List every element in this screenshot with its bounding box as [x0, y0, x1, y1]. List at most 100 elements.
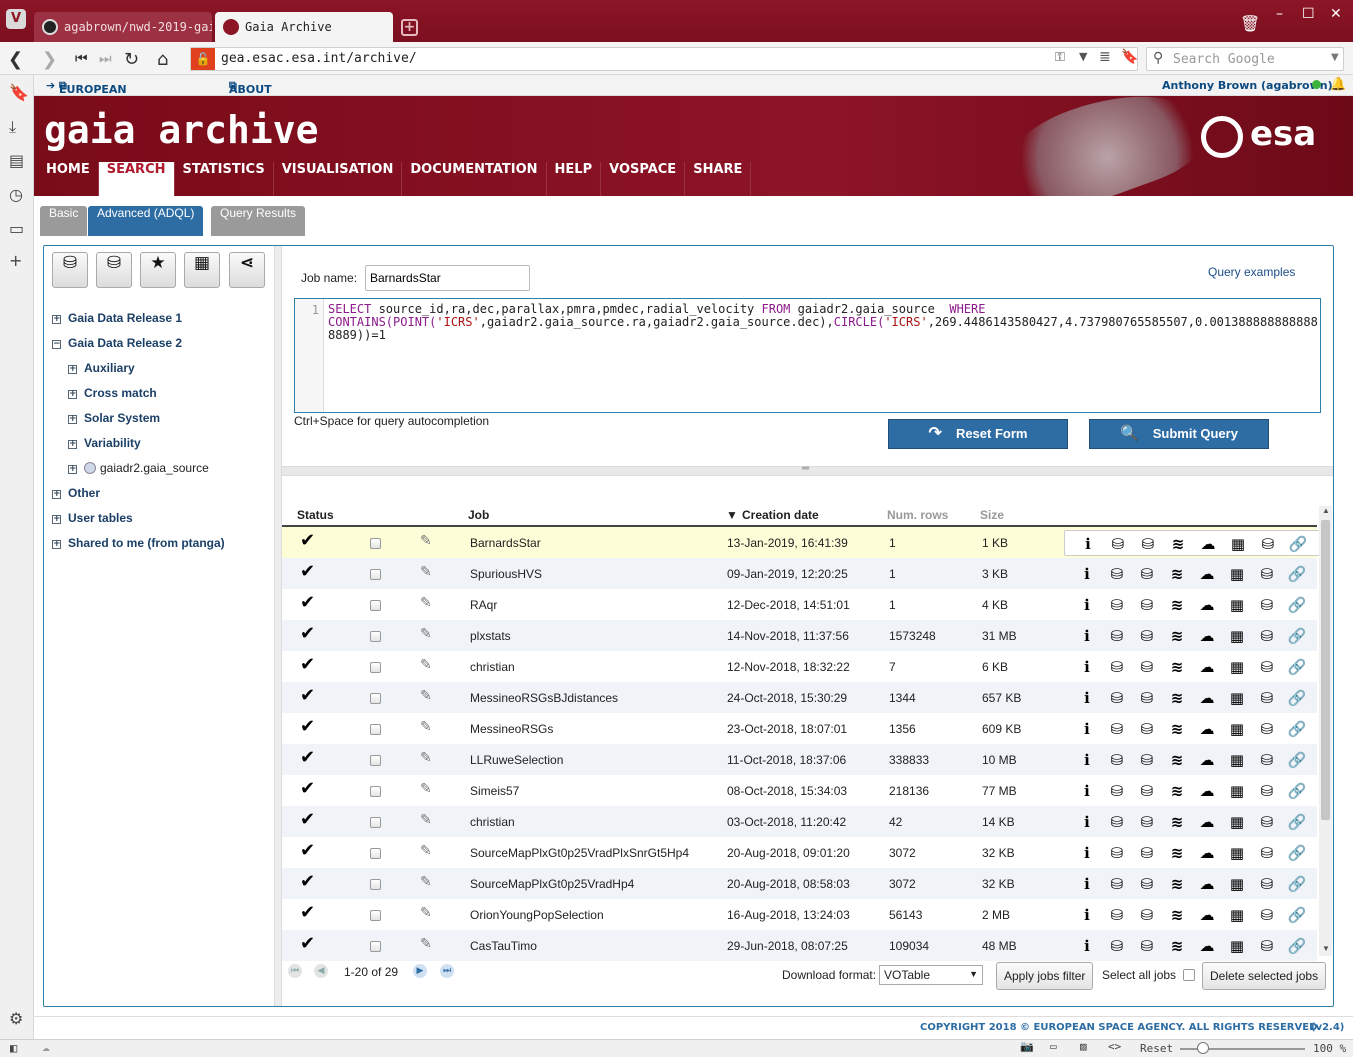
table-row[interactable]: ✔ ✎ christian 03-Oct-2018, 11:20:42 42 14 KB ℹ… [282, 806, 1317, 837]
table-icon[interactable]: ▦ [1226, 563, 1248, 585]
select-all-checkbox[interactable] [1183, 969, 1195, 981]
reset-form-button[interactable]: ↷ Reset Form [888, 419, 1068, 449]
tile-icon[interactable]: ▭ [1050, 1040, 1057, 1053]
upload-db-icon[interactable]: ⛁ [1106, 656, 1128, 678]
tree-item-gaia-dr1[interactable]: + Gaia Data Release 1 [52, 311, 182, 325]
tab-basic[interactable]: Basic [40, 206, 88, 236]
samp-broadcast-icon[interactable]: ≋ [1166, 904, 1188, 926]
notes-panel-icon[interactable]: ▤ [9, 151, 24, 170]
info-icon[interactable]: ℹ [1076, 873, 1098, 895]
job-name[interactable]: RAqr [470, 598, 497, 612]
link-icon[interactable]: 🔗 [1286, 842, 1308, 864]
table-row[interactable]: ✔ ✎ CasTauTimo 29-Jun-2018, 08:07:25 109034 4… [282, 930, 1317, 961]
submit-query-button[interactable]: 🔍 Submit Query [1089, 419, 1269, 449]
search-engine-dropdown-icon[interactable]: ▼ [1331, 52, 1339, 63]
panel-splitter[interactable]: ═ [282, 463, 1333, 476]
col-job[interactable]: Job [468, 508, 489, 522]
link-icon[interactable]: 🔗 [1286, 594, 1308, 616]
table-row[interactable]: ✔ ✎ christian 12-Nov-2018, 18:32:22 7 6 KB ℹ ⛁ ⛁… [282, 651, 1317, 682]
image-icon[interactable]: ▨ [1080, 1040, 1087, 1053]
link-icon[interactable]: 🔗 [1286, 904, 1308, 926]
expand-icon[interactable]: + [68, 440, 77, 449]
add-db-icon[interactable]: ⛁ [1136, 904, 1158, 926]
add-db-icon[interactable]: ⛁ [1136, 594, 1158, 616]
upload-db-icon[interactable]: ⛁ [1106, 904, 1128, 926]
table-row[interactable]: ✔ ✎ MessineoRSGsBJdistances 24-Oct-2018, 15… [282, 682, 1317, 713]
row-checkbox[interactable] [370, 848, 381, 859]
info-icon[interactable]: ℹ [1076, 563, 1098, 585]
home-icon[interactable]: ⌂ [157, 49, 168, 70]
link-icon[interactable]: 🔗 [1286, 687, 1308, 709]
table-icon[interactable]: ▦ [1226, 904, 1248, 926]
expand-icon[interactable]: + [52, 515, 61, 524]
key-icon[interactable]: ⚿ [1055, 50, 1065, 65]
upload-db-icon[interactable]: ⛁ [1106, 718, 1128, 740]
edit-icon[interactable]: ✎ [420, 843, 432, 859]
table-icon[interactable]: ▦ [1226, 842, 1248, 864]
info-icon[interactable]: ℹ [1076, 656, 1098, 678]
cloud-upload-icon[interactable]: ☁ [1197, 533, 1219, 555]
url-field[interactable]: 🔓 gea.esac.esa.int/archive/ ⚿ ▼ ≣ 🔖 [190, 47, 1138, 71]
vivaldi-menu-icon[interactable]: V [6, 9, 26, 29]
expand-icon[interactable]: + [68, 365, 77, 374]
table-row[interactable]: ✔ ✎ LLRuweSelection 11-Oct-2018, 18:37:06 33… [282, 744, 1317, 775]
tree-item-variability[interactable]: + Variability [68, 436, 141, 450]
menu-share[interactable]: SHARE [685, 162, 752, 196]
link-icon[interactable]: 🔗 [1286, 935, 1308, 957]
col-size[interactable]: Size [980, 508, 1004, 522]
fastforward-icon[interactable]: ⏭ [99, 51, 112, 67]
info-icon[interactable]: ℹ [1076, 780, 1098, 802]
upload-db-icon[interactable]: ⛁ [1106, 563, 1128, 585]
tree-item-gaia-dr2[interactable]: − Gaia Data Release 2 [52, 336, 182, 350]
add-db-icon[interactable]: ⛁ [1136, 656, 1158, 678]
edit-icon[interactable]: ✎ [420, 936, 432, 952]
info-icon[interactable]: ℹ [1076, 625, 1098, 647]
collapse-icon[interactable]: − [52, 340, 61, 349]
samp-broadcast-icon[interactable]: ≋ [1166, 687, 1188, 709]
tree-item-other[interactable]: + Other [52, 486, 100, 500]
menu-visualisation[interactable]: VISUALISATION [274, 162, 403, 196]
row-checkbox[interactable] [370, 941, 381, 952]
expand-icon[interactable]: + [68, 415, 77, 424]
table-row[interactable]: ✔ ✎ RAqr 12-Dec-2018, 14:51:01 1 4 KB ℹ ⛁ ⛁ ≋ ☁ ▦ ⛁ 🔗 [282, 589, 1317, 620]
job-name[interactable]: SourceMapPlxGt0p25VradHp4 [470, 877, 634, 891]
info-icon[interactable]: ℹ [1076, 904, 1098, 926]
edit-icon[interactable]: ✎ [420, 564, 432, 580]
dropdown-icon[interactable]: ▼ [1079, 50, 1087, 63]
adql-code[interactable]: SELECT source_id,ra,dec,parallax,pmra,pm… [328, 303, 1318, 342]
table-row[interactable]: ✔ ✎ BarnardsStar 13-Jan-2019, 16:41:39 1 1 KB… [282, 527, 1320, 558]
job-name[interactable]: BarnardsStar [470, 536, 541, 550]
col-status[interactable]: Status [297, 508, 334, 522]
maximize-icon[interactable]: ☐ [1302, 6, 1315, 22]
results-db-icon[interactable]: ⛁ [1256, 873, 1278, 895]
samp-broadcast-icon[interactable]: ≋ [1166, 656, 1188, 678]
new-tab-icon[interactable]: + [401, 19, 418, 36]
scrollbar-thumb[interactable] [1321, 520, 1330, 820]
add-db-icon[interactable]: ⛁ [1136, 687, 1158, 709]
add-db-icon[interactable]: ⛁ [1136, 873, 1158, 895]
job-name[interactable]: LLRuweSelection [470, 753, 563, 767]
cloud-sync-icon[interactable]: ☁ [42, 1040, 50, 1055]
link-icon[interactable]: 🔗 [1286, 718, 1308, 740]
row-checkbox[interactable] [370, 879, 381, 890]
menu-help[interactable]: HELP [547, 162, 602, 196]
cloud-upload-icon[interactable]: ☁ [1196, 811, 1218, 833]
last-page-icon[interactable]: ⏭ [440, 964, 454, 978]
add-db-icon[interactable]: ⛁ [1136, 563, 1158, 585]
tree-item-gaia-source[interactable]: + gaiadr2.gaia_source [68, 461, 209, 475]
upload-db-icon[interactable]: ⛁ [1106, 842, 1128, 864]
camera-icon[interactable]: 📷 [1020, 1040, 1034, 1053]
search-field[interactable]: ⚲ Search Google ▼ [1146, 47, 1344, 71]
panel-divider[interactable] [274, 246, 282, 1006]
share-icon[interactable]: ⋖ [229, 252, 265, 288]
back-icon[interactable]: ❮ [8, 49, 23, 70]
samp-broadcast-icon[interactable]: ≋ [1166, 594, 1188, 616]
table-row[interactable]: ✔ ✎ OrionYoungPopSelection 16-Aug-2018, 13:… [282, 899, 1317, 930]
cloud-upload-icon[interactable]: ☁ [1196, 625, 1218, 647]
menu-documentation[interactable]: DOCUMENTATION [402, 162, 547, 196]
menu-vospace[interactable]: VOSPACE [601, 162, 686, 196]
results-db-icon[interactable]: ⛁ [1256, 687, 1278, 709]
table-icon[interactable]: ▦ [1226, 749, 1248, 771]
job-name[interactable]: christian [470, 660, 515, 674]
bookmark-icon[interactable]: 🔖 [1121, 49, 1138, 65]
